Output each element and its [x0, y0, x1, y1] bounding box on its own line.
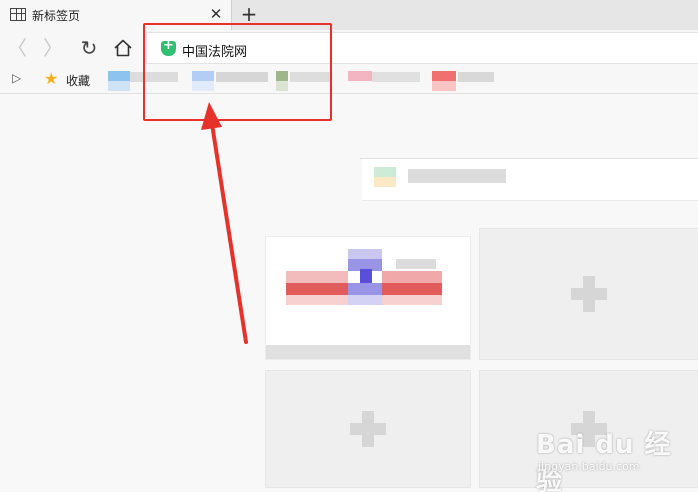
watermark-logo-text: Bai du 经验: [536, 430, 672, 492]
watermark-url-text: jingyan.baidu.com: [538, 460, 640, 473]
annotation-arrow: [201, 102, 248, 344]
baidu-jingyan-watermark: Bai du 经验 jingyan.baidu.com: [536, 424, 692, 492]
